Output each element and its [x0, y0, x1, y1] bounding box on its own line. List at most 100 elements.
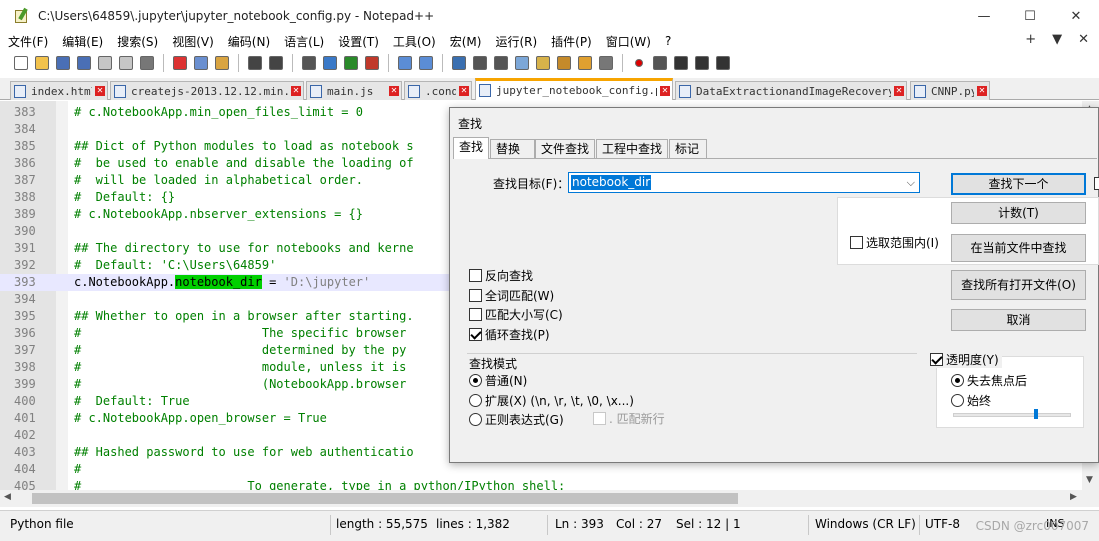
option-checkbox-3[interactable]: 循环查找(P)	[469, 326, 550, 343]
find-all-open-button[interactable]: 查找所有打开文件(O)	[951, 270, 1086, 300]
find-in-current-button[interactable]: 在当前文件中查找	[951, 234, 1086, 262]
checkbox-box[interactable]	[469, 288, 482, 302]
menu-item-9[interactable]: 运行(R)	[489, 33, 543, 50]
find-tab-0[interactable]: 查找	[453, 137, 489, 159]
radio-dot[interactable]	[951, 374, 964, 387]
menu-item-10[interactable]: 插件(P)	[545, 33, 598, 50]
menu-item-3[interactable]: 视图(V)	[166, 33, 220, 50]
close-tab-icon[interactable]: ✕	[389, 86, 399, 96]
close-tab-icon[interactable]: ✕	[291, 86, 301, 96]
in-selection-checkbox[interactable]: 选取范围内(I)	[850, 234, 939, 251]
menu-item-7[interactable]: 工具(O)	[387, 33, 442, 50]
stop-macro-icon[interactable]	[651, 54, 669, 72]
close-all-icon[interactable]	[117, 54, 135, 72]
scroll-left-icon[interactable]: ◀	[4, 492, 11, 502]
radio-dot[interactable]	[469, 393, 482, 407]
option-checkbox-2[interactable]: 匹配大小写(C)	[469, 306, 563, 323]
find-tab-1[interactable]: 替换	[490, 139, 535, 158]
menu-item-0[interactable]: 文件(F)	[2, 33, 54, 50]
close-tab-icon[interactable]: ✕	[95, 86, 105, 96]
transparency-mode-radio-1[interactable]: 始终	[951, 392, 991, 409]
save-icon[interactable]	[54, 54, 72, 72]
find-tab-4[interactable]: 标记	[669, 139, 707, 158]
scroll-right-icon[interactable]: ▶	[1070, 492, 1077, 502]
option-checkbox-1[interactable]: 全词匹配(W)	[469, 287, 554, 304]
code-line[interactable]: 404 #	[0, 461, 1099, 478]
word-wrap-icon[interactable]	[450, 54, 468, 72]
search-mode-radio-2[interactable]: 正则表达式(G)	[469, 411, 564, 428]
transparency-mode-radio-0[interactable]: 失去焦点后	[951, 372, 1027, 389]
count-button[interactable]: 计数(T)	[951, 202, 1086, 224]
option-checkbox-0[interactable]: 反向查找	[469, 267, 533, 284]
menu-item-1[interactable]: 编辑(E)	[56, 33, 109, 50]
radio-dot[interactable]	[469, 413, 482, 426]
paste-icon[interactable]	[213, 54, 231, 72]
search-mode-radio-1[interactable]: 扩展(X) (\n, \r, \t, \0, \x...)	[469, 392, 634, 409]
maximize-button[interactable]: ☐	[1007, 0, 1053, 32]
in-selection-box[interactable]	[850, 236, 863, 249]
find-next-button[interactable]: 查找下一个	[951, 173, 1086, 195]
play-macro-icon[interactable]	[672, 54, 690, 72]
minimize-button[interactable]: —	[961, 0, 1007, 32]
menu-item-12[interactable]: ?	[659, 34, 677, 48]
close-window-button[interactable]: ✕	[1053, 0, 1099, 32]
sync-v-icon[interactable]	[396, 54, 414, 72]
tab-0[interactable]: index.html ✕	[10, 81, 108, 100]
zoom-in-icon[interactable]	[342, 54, 360, 72]
transparency-slider-thumb[interactable]	[1033, 409, 1038, 419]
record-macro-icon[interactable]	[630, 54, 648, 72]
tab-1[interactable]: createjs-2013.12.12.min.js ✕	[110, 81, 304, 100]
checkbox-box[interactable]	[469, 308, 482, 321]
doc-map-icon[interactable]	[534, 54, 552, 72]
horizontal-scroll-thumb[interactable]	[32, 493, 738, 504]
monitor-icon[interactable]	[597, 54, 615, 72]
cancel-button[interactable]: 取消	[951, 309, 1086, 331]
radio-dot[interactable]	[469, 374, 482, 387]
scroll-down-icon[interactable]: ▼	[1086, 475, 1093, 485]
menu-item-6[interactable]: 设置(T)	[332, 33, 385, 50]
search-mode-radio-0[interactable]: 普通(N)	[469, 372, 527, 389]
save-macro-icon[interactable]	[714, 54, 732, 72]
close-icon[interactable]	[96, 54, 114, 72]
sync-h-icon[interactable]	[417, 54, 435, 72]
close-tab-icon[interactable]: ✕	[894, 86, 904, 96]
menu-item-4[interactable]: 编码(N)	[222, 33, 276, 50]
indent-guide-icon[interactable]	[492, 54, 510, 72]
play-multiple-icon[interactable]	[693, 54, 711, 72]
undo-icon[interactable]	[246, 54, 264, 72]
tab-6[interactable]: CNNP.py ✕	[910, 81, 990, 100]
checkbox-box[interactable]	[469, 327, 482, 341]
radio-dot[interactable]	[951, 393, 964, 407]
transparency-slider-track[interactable]	[953, 413, 1071, 417]
transparency-box[interactable]	[930, 353, 943, 366]
tab-2[interactable]: main.js ✕	[306, 81, 402, 100]
menu-right-1[interactable]: ▼	[1052, 32, 1062, 47]
open-file-icon[interactable]	[33, 54, 51, 72]
folder-workspace-icon[interactable]	[576, 54, 594, 72]
close-tab-icon[interactable]: ✕	[977, 86, 987, 96]
udl-icon[interactable]	[513, 54, 531, 72]
chevron-down-icon[interactable]: ⌵	[907, 176, 915, 190]
edge-checkbox[interactable]	[1094, 177, 1099, 190]
find-target-combobox[interactable]: notebook_dir ⌵	[568, 172, 920, 193]
tab-5[interactable]: DataExtractionandImageRecovery.py✕	[675, 81, 907, 100]
function-list-icon[interactable]	[555, 54, 573, 72]
menu-right-0[interactable]: +	[1025, 32, 1036, 47]
copy-icon[interactable]	[192, 54, 210, 72]
code-line[interactable]: 405 # To generate, type in a python/IPyth…	[0, 478, 1099, 490]
menu-item-2[interactable]: 搜索(S)	[111, 33, 164, 50]
checkbox-box[interactable]	[469, 269, 482, 282]
menu-item-11[interactable]: 窗口(W)	[600, 33, 657, 50]
find-icon[interactable]	[300, 54, 318, 72]
print-icon[interactable]	[138, 54, 156, 72]
menu-item-5[interactable]: 语言(L)	[278, 33, 330, 50]
tab-3[interactable]: .condarc✕	[404, 81, 472, 100]
show-all-icon[interactable]	[471, 54, 489, 72]
cut-icon[interactable]	[171, 54, 189, 72]
menu-item-8[interactable]: 宏(M)	[444, 33, 488, 50]
close-tab-icon[interactable]: ✕	[660, 85, 670, 96]
transparency-checkbox[interactable]: 透明度(Y)	[930, 351, 1002, 368]
redo-icon[interactable]	[267, 54, 285, 72]
replace-icon[interactable]	[321, 54, 339, 72]
new-file-icon[interactable]	[12, 54, 30, 72]
